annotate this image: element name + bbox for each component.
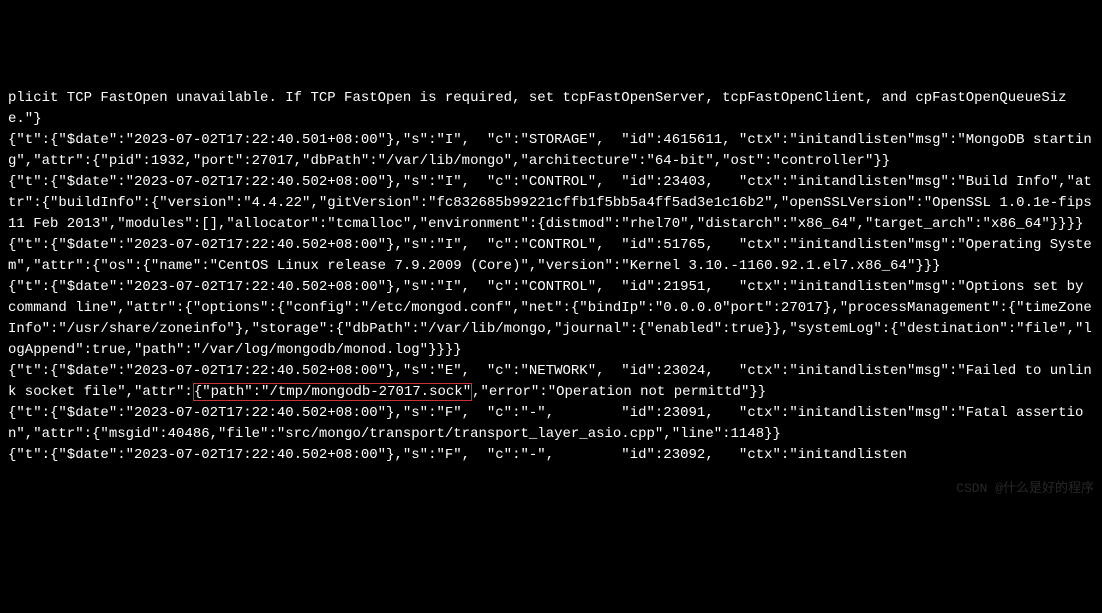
log-line: {"t":{"$date":"2023-07-02T17:22:40.502+0…: [8, 237, 1092, 274]
log-line: {"t":{"$date":"2023-07-02T17:22:40.502+0…: [8, 447, 907, 463]
log-line: {"t":{"$date":"2023-07-02T17:22:40.502+0…: [8, 174, 1100, 232]
log-line: {"t":{"$date":"2023-07-02T17:22:40.501+0…: [8, 132, 1092, 169]
log-line: {"t":{"$date":"2023-07-02T17:22:40.502+0…: [8, 279, 1092, 358]
watermark-text: CSDN @什么是好的程序: [956, 479, 1094, 499]
log-post: ,"error":"Operation not permittd"}}: [472, 384, 766, 400]
terminal-output: plicit TCP FastOpen unavailable. If TCP …: [8, 88, 1094, 466]
log-line-error: {"t":{"$date":"2023-07-02T17:22:40.502+0…: [8, 363, 1092, 401]
highlighted-socket-path: {"path":"/tmp/mongodb-27017.sock": [193, 383, 472, 401]
log-line: plicit TCP FastOpen unavailable. If TCP …: [8, 90, 1067, 127]
log-line: {"t":{"$date":"2023-07-02T17:22:40.502+0…: [8, 405, 1083, 442]
